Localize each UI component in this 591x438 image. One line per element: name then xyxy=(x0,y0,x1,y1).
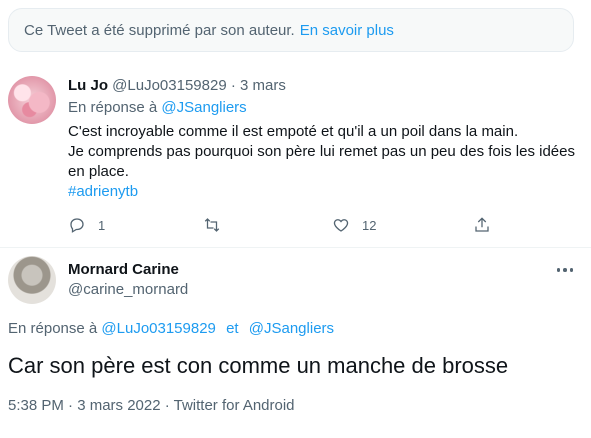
replying-to-link[interactable]: @LuJo03159829 xyxy=(101,320,216,337)
main-tweet: Mornard Carine @carine_mornard En répons… xyxy=(0,248,591,438)
more-options-icon[interactable] xyxy=(553,260,577,280)
replying-to-link[interactable]: @JSangliers xyxy=(161,99,246,116)
replying-to-line: En réponse à @LuJo03159829 et @JSanglier… xyxy=(8,320,334,337)
share-icon xyxy=(475,217,489,232)
tweet-text: Car son père est con comme un manche de … xyxy=(8,353,509,378)
retweet-icon xyxy=(204,218,220,232)
heart-icon xyxy=(333,219,349,232)
author-handle[interactable]: @LuJo03159829 xyxy=(112,77,227,94)
replying-to-line: En réponse à @JSangliers xyxy=(68,99,247,116)
tweet-text-line: Je comprends pas pourquoi son père lui r… xyxy=(68,143,575,160)
deleted-notice-text: Ce Tweet a été supprimé par son auteur. xyxy=(24,21,295,39)
like-button[interactable]: 12 xyxy=(332,210,376,240)
author-handle[interactable]: @carine_mornard xyxy=(68,281,188,298)
author-name[interactable]: Mornard Carine xyxy=(68,261,179,278)
reply-count: 1 xyxy=(98,217,106,233)
avatar[interactable] xyxy=(8,256,56,304)
tweet-text-line: C'est incroyable comme il est empoté et … xyxy=(68,123,519,140)
share-button[interactable] xyxy=(473,210,491,240)
retweet-button[interactable] xyxy=(203,210,233,240)
tweet-date[interactable]: 3 mars xyxy=(240,77,286,94)
reply-tweet-header: Lu Jo @LuJo03159829 · 3 mars xyxy=(68,77,286,94)
deleted-tweet-notice: Ce Tweet a été supprimé par son auteur. … xyxy=(8,8,574,52)
replying-and: et xyxy=(226,320,239,337)
tweet-text-line: en place. xyxy=(68,163,129,180)
replying-prefix: En réponse à xyxy=(68,99,158,116)
separator: · xyxy=(230,77,236,94)
replying-to-link[interactable]: @JSangliers xyxy=(249,320,334,337)
replying-prefix: En réponse à xyxy=(8,320,98,337)
reply-button[interactable]: 1 xyxy=(68,210,105,240)
tweet-actions: 1 12 xyxy=(60,210,520,240)
reply-tweet[interactable]: Lu Jo @LuJo03159829 · 3 mars En réponse … xyxy=(0,60,591,248)
tweet-timestamp[interactable]: 5:38 PM · 3 mars 2022 · Twitter for Andr… xyxy=(8,397,295,414)
avatar[interactable] xyxy=(8,76,56,124)
like-count: 12 xyxy=(362,217,377,233)
hashtag-link[interactable]: #adrienytb xyxy=(68,182,578,202)
tweet-text: C'est incroyable comme il est empoté et … xyxy=(68,122,578,202)
author-name[interactable]: Lu Jo xyxy=(68,77,108,94)
reply-icon xyxy=(70,218,84,233)
learn-more-link[interactable]: En savoir plus xyxy=(300,22,394,39)
